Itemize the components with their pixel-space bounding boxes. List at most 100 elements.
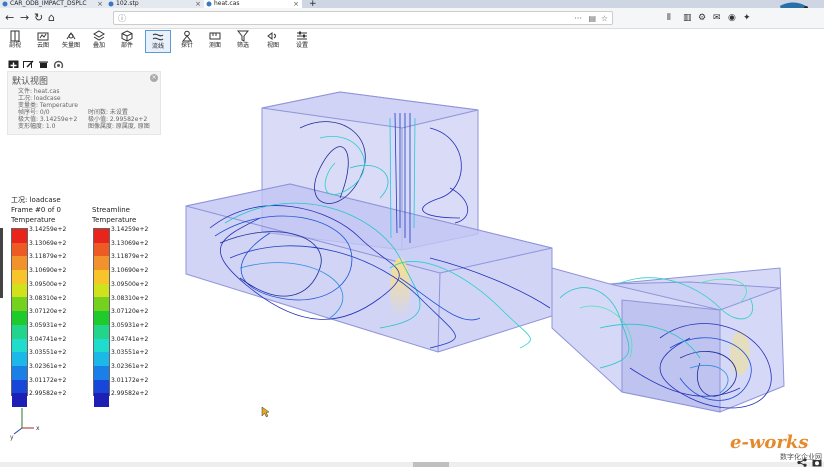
color-swatch — [12, 283, 27, 298]
close-icon[interactable]: × — [97, 0, 103, 8]
legend-case: 工况: loadcase — [11, 196, 61, 204]
part-icon — [121, 30, 133, 42]
part-button[interactable]: 部件 — [115, 30, 139, 53]
extension-icon[interactable]: ◉ — [728, 11, 736, 25]
delete-view-button[interactable] — [38, 56, 49, 71]
legend-value: 3.02361e+2 — [29, 363, 67, 370]
legend-value: 3.07120e+2 — [29, 308, 67, 316]
page-icon — [108, 1, 114, 7]
add-view-button[interactable] — [8, 56, 19, 71]
back-icon[interactable]: ← — [5, 11, 14, 25]
view-icon — [267, 32, 276, 40]
color-swatch — [94, 338, 109, 353]
time-info: 时间数: 未设置 — [88, 109, 128, 116]
color-swatch — [94, 379, 109, 394]
tab-heat-cas[interactable]: heat.cas × — [204, 0, 302, 8]
layers-button[interactable]: 叠加 — [87, 30, 111, 53]
legend-value: 3.08310e+2 — [111, 294, 149, 302]
edit-view-button[interactable] — [23, 56, 34, 71]
color-swatch — [94, 311, 109, 325]
home-icon[interactable]: ⌂ — [48, 11, 55, 25]
mouse-cursor-icon — [261, 406, 270, 418]
legend-value: 3.05931e+2 — [29, 321, 67, 329]
legend-value: 2.99582e+2 — [29, 390, 67, 398]
side-panel-handle[interactable] — [0, 228, 3, 298]
legend-value: 3.03551e+2 — [29, 349, 67, 357]
legend-title: Streamline — [92, 206, 130, 214]
reload-icon[interactable]: ↻ — [34, 11, 43, 25]
section-icon — [10, 30, 20, 42]
extension-icon[interactable]: ⚙ — [698, 11, 706, 25]
info-icon[interactable]: ⓘ — [118, 12, 126, 26]
axis-triad: z y x — [10, 401, 40, 441]
legend-value: 3.14259e+2 — [111, 226, 149, 233]
bookmark-star-icon[interactable]: ☆ — [601, 12, 608, 26]
settings-icon — [297, 31, 307, 40]
view-info-panel: 默认视图 × 文件: heat.cas 工况: loadcase 变量类: Te… — [7, 71, 161, 135]
vector-icon — [66, 32, 76, 40]
share-icon[interactable] — [797, 452, 807, 467]
scale-info: 变形幅度: 1.0 — [18, 123, 56, 130]
streamline-button[interactable]: 流线 — [145, 30, 171, 53]
color-swatch — [94, 324, 109, 339]
color-swatch — [94, 365, 109, 380]
legend-value: 3.03551e+2 — [111, 349, 149, 357]
measure-button[interactable]: 测面 — [203, 30, 227, 53]
url-bar[interactable]: ⓘ ··· ▤ ☆ — [113, 11, 613, 25]
variable-info: 变量类: Temperature — [18, 102, 78, 109]
close-icon[interactable]: × — [293, 0, 299, 8]
page-actions-menu[interactable]: ··· — [574, 12, 582, 26]
sidebar-icon[interactable]: ▥ — [683, 11, 692, 25]
settings-button[interactable]: 设置 — [290, 30, 314, 53]
scrollbar-thumb[interactable] — [413, 462, 449, 467]
case-info: 工况: loadcase — [18, 95, 61, 102]
color-swatch — [12, 338, 27, 353]
tab-label: CAR_ODB_IMPACT_DSPLC — [10, 0, 87, 7]
legend-value: 3.10690e+2 — [29, 267, 67, 275]
color-swatch — [94, 297, 109, 312]
legend-value: 3.08310e+2 — [29, 294, 67, 302]
close-icon[interactable]: × — [195, 0, 201, 8]
camera-icon[interactable] — [812, 452, 822, 467]
vector-button[interactable]: 矢量图 — [59, 30, 83, 53]
contour-button[interactable]: 云图 — [31, 30, 55, 53]
horizontal-scrollbar[interactable] — [0, 462, 824, 467]
legend-value: 3.14259e+2 — [29, 226, 67, 233]
section-button[interactable]: 剖视 — [3, 30, 27, 53]
probe-icon — [181, 30, 193, 42]
mode-info: 图像属度: 原属度, 原图 — [88, 123, 150, 130]
extension-icon[interactable]: ✦ — [743, 11, 751, 25]
filter-button[interactable]: 筛选 — [231, 30, 255, 53]
view-button[interactable]: 视图 — [261, 30, 285, 53]
legend-value: 2.99582e+2 — [111, 390, 149, 398]
probe-button[interactable]: 探针 — [175, 30, 199, 53]
reader-icon[interactable]: ▤ — [588, 12, 596, 26]
filter-icon — [237, 30, 249, 42]
color-swatch — [12, 393, 27, 407]
frame-info: 帧序号: 0/0 — [18, 109, 50, 116]
legend-variable: Temperature — [92, 216, 137, 224]
hot-spot — [730, 331, 750, 375]
new-tab-button[interactable]: + — [306, 0, 320, 8]
file-info: 文件: heat.cas — [18, 88, 60, 95]
app-toolbar: 剖视 云图 矢量图 叠加 部件 流线 探针 测面 筛选 视图 设置 — [0, 29, 824, 54]
legend-value: 3.05931e+2 — [111, 321, 149, 329]
view-title: 默认视图 — [12, 77, 49, 87]
close-icon[interactable]: × — [150, 74, 158, 82]
legend-value: 3.01172e+2 — [29, 376, 67, 384]
axis-y-label: y — [10, 434, 14, 441]
color-swatch — [12, 297, 27, 312]
tab-car-odb[interactable]: CAR_ODB_IMPACT_DSPLC × — [0, 0, 106, 8]
hot-spot — [390, 258, 410, 318]
browser-nav-bar: ← → ↻ ⌂ ⓘ ··· ▤ ☆ ⫴ ▥ ⚙ ✉ ◉ ✦ — [0, 8, 824, 29]
extension-icon[interactable]: ✉ — [713, 11, 721, 25]
axis-x-label: x — [36, 425, 40, 432]
view-settings-button[interactable] — [53, 56, 64, 71]
color-swatch — [94, 283, 109, 298]
color-swatch — [94, 256, 109, 271]
forward-icon[interactable]: → — [20, 11, 29, 25]
library-icon[interactable]: ⫴ — [667, 11, 671, 25]
legend-frame: Frame #0 of 0 — [11, 206, 62, 214]
legend-value: 3.04741e+2 — [29, 335, 67, 343]
tab-102-stp[interactable]: 102.stp × — [106, 0, 204, 8]
